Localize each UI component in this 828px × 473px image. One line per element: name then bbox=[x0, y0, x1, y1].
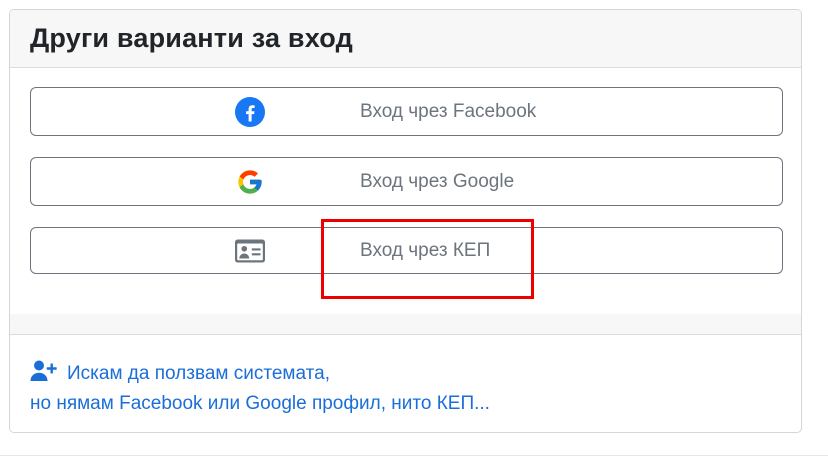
google-login-label: Вход чрез Google bbox=[360, 171, 515, 192]
google-icon bbox=[235, 167, 265, 197]
card-header: Други варианти за вход bbox=[10, 10, 801, 68]
google-login-button[interactable]: Вход чрез Google bbox=[30, 157, 783, 206]
register-link-line2[interactable]: но нямам Facebook или Google профил, нит… bbox=[30, 388, 490, 420]
login-options-card: Други варианти за вход Вход чрез Faceboo… bbox=[9, 9, 802, 433]
page-divider bbox=[0, 455, 828, 456]
kep-login-label: Вход чрез КЕП bbox=[360, 240, 491, 261]
facebook-icon bbox=[235, 97, 265, 127]
user-plus-icon bbox=[30, 359, 58, 383]
card-divider-strip bbox=[10, 314, 801, 335]
facebook-login-button[interactable]: Вход чрез Facebook bbox=[30, 87, 783, 136]
id-card-icon bbox=[235, 236, 265, 266]
facebook-login-label: Вход чрез Facebook bbox=[360, 101, 537, 122]
card-title: Други варианти за вход bbox=[30, 23, 353, 53]
kep-login-button[interactable]: Вход чрез КЕП bbox=[30, 227, 783, 274]
register-link-line1[interactable]: Искам да ползвам системата, bbox=[67, 358, 330, 390]
